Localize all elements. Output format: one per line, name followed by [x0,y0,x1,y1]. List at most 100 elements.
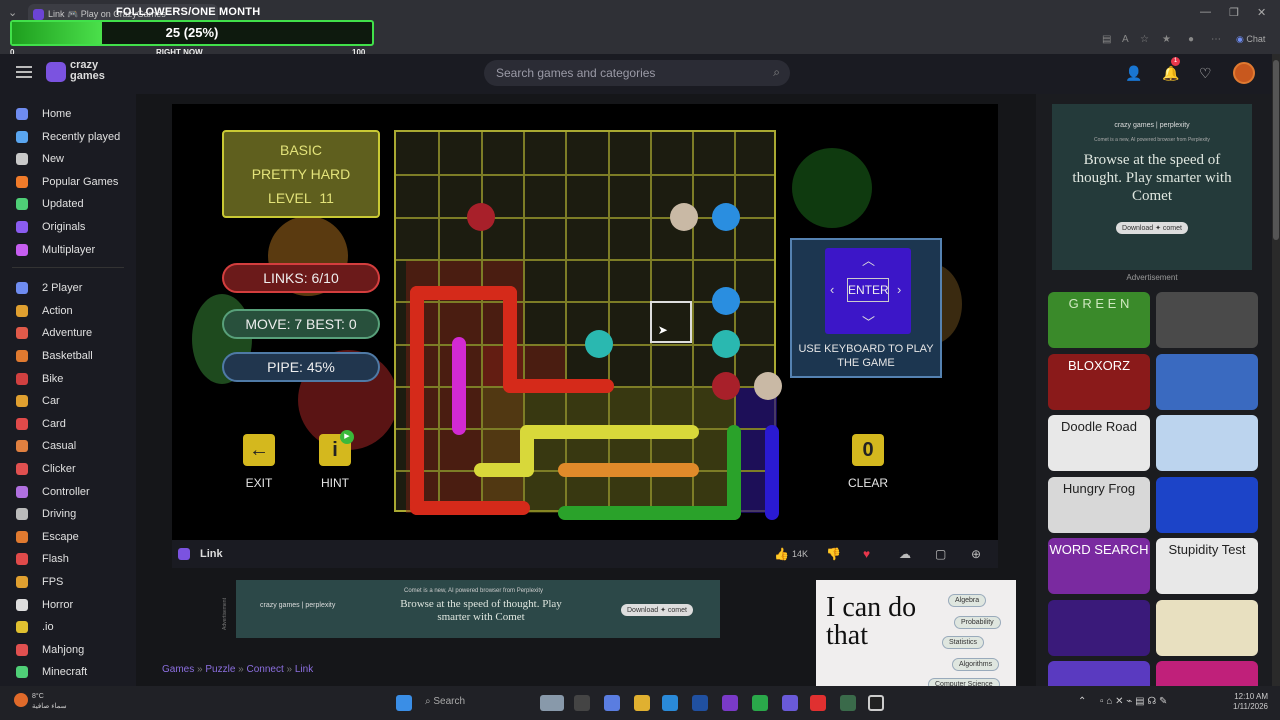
discord-icon[interactable] [782,695,798,711]
exit-button[interactable]: ← [243,434,275,466]
reader-icon[interactable]: ▤ [1102,34,1111,45]
widgets-icon[interactable] [540,695,564,711]
taskbar-search[interactable]: ⌕ Search [425,696,465,707]
side-ad[interactable]: I can do that Algebra Probability Statisti… [816,580,1016,691]
sidebar-category-casual[interactable]: Casual [0,436,136,458]
minimize-icon[interactable]: — [1200,6,1211,18]
clock-icon [16,130,28,143]
read-aloud-icon[interactable]: A [1122,34,1129,45]
sidebar-item-new[interactable]: New [0,149,136,171]
copilot-taskbar-icon[interactable] [604,695,620,711]
more-icon[interactable]: ⋯ [1211,34,1221,45]
game-thumbnail[interactable]: Hungry Frog [1048,476,1150,533]
copilot-chat-button[interactable]: ◉ Chat [1236,34,1265,45]
heart-icon[interactable]: ♥ [863,547,870,561]
game-thumbnail[interactable]: WORD SEARCH [1048,538,1150,594]
sidebar-category-horror[interactable]: Horror [0,595,136,617]
profile-icon[interactable]: ● [1188,34,1194,45]
game-thumbnail[interactable] [1048,599,1150,656]
weather-widget[interactable]: 8°C سماء صافية [32,692,67,712]
cloud-icon[interactable]: ☁ [899,547,911,561]
notifications-bell-icon[interactable]: 🔔 [1162,65,1179,82]
game-thumbnail[interactable]: Stupidity Test [1156,538,1258,594]
game-footer-bar: Link 👍 14K 👎 ♥ ☁ ▢ ⊕ [172,540,998,568]
sidebar-item-home[interactable]: Home [0,104,136,126]
sidebar-item-popular-games[interactable]: Popular Games [0,172,136,194]
youtube-icon[interactable] [810,695,826,711]
sidebar-category-car[interactable]: Car [0,391,136,413]
search-icon[interactable]: ⌕ [773,65,780,80]
sidebar-category-fps[interactable]: FPS [0,572,136,594]
sidebar-category-card[interactable]: Card [0,414,136,436]
favorites-icon[interactable]: ★ [1162,34,1171,45]
clear-button[interactable]: 0 [852,434,884,466]
store-icon[interactable] [692,695,708,711]
weather-icon[interactable] [14,693,28,707]
tray-chevron-icon[interactable]: ⌃ [1078,696,1086,707]
sidebar-item-updated[interactable]: Updated [0,194,136,216]
sidebar-ad[interactable]: crazy games | perplexity Comet is a new,… [1052,104,1252,270]
obs-icon[interactable] [868,695,884,711]
app2-icon[interactable] [840,695,856,711]
sidebar-category-adventure[interactable]: Adventure [0,323,136,345]
breadcrumb-puzzle[interactable]: Puzzle [205,664,235,675]
menu-hamburger-icon[interactable] [16,66,32,78]
app-icon[interactable] [722,695,738,711]
breadcrumb-games[interactable]: Games [162,664,194,675]
game-canvas[interactable]: BASIC PRETTY HARD LEVEL 11 LINKS: 6/10 M… [172,104,998,540]
game-thumbnail[interactable] [1156,476,1258,533]
friends-icon[interactable]: 👤 [1125,65,1142,82]
puzzle-board[interactable]: ➤ [394,130,783,520]
tray-icons[interactable]: ▫ ⌂ ✕ ⌁ ▤ ☊ ✎ [1100,696,1167,707]
sidebar-category-label: Controller [42,485,90,498]
close-icon[interactable]: ✕ [1257,6,1266,19]
sidebar-category-basketball[interactable]: Basketball [0,346,136,368]
site-logo-text[interactable]: crazy games [70,60,105,82]
thumbs-down-icon[interactable]: 👎 [826,547,841,561]
breadcrumb-connect[interactable]: Connect [247,664,284,675]
sidebar-category-minecraft[interactable]: Minecraft [0,662,136,684]
search-input[interactable]: Search games and categories ⌕ [484,60,790,86]
game-thumbnail[interactable]: BLOXORZ [1048,353,1150,410]
compass-icon [16,327,28,340]
sidebar-item-recently-played[interactable]: Recently played [0,127,136,149]
sidebar-item-originals[interactable]: Originals [0,217,136,239]
scrollbar-thumb[interactable] [1273,60,1279,240]
sidebar-category-escape[interactable]: Escape [0,527,136,549]
game-thumbnail[interactable] [1156,415,1258,471]
game-thumbnail[interactable]: Doodle Road [1048,415,1150,471]
sidebar-category-controller[interactable]: Controller [0,482,136,504]
favorites-heart-icon[interactable]: ♡ [1199,65,1212,82]
kick-icon[interactable] [752,695,768,711]
user-avatar[interactable] [1233,62,1255,84]
file-explorer-icon[interactable] [634,695,650,711]
sidebar-category-clicker[interactable]: Clicker [0,459,136,481]
crazygames-logo-icon[interactable] [46,62,66,82]
game-thumbnail[interactable] [1156,599,1258,656]
game-thumbnail[interactable] [1156,353,1258,410]
sidebar-category-action[interactable]: Action [0,301,136,323]
sidebar-category-flash[interactable]: Flash [0,549,136,571]
ad-download-button[interactable]: Download ✦ comet [621,604,693,616]
grid-line [480,132,483,510]
breadcrumb-link[interactable]: Link [295,664,313,675]
game-thumbnail[interactable] [1156,292,1258,348]
sidebar-category-driving[interactable]: Driving [0,504,136,526]
task-view-icon[interactable] [574,695,590,711]
windows-start-icon[interactable] [396,695,412,711]
edge-icon[interactable] [662,695,678,711]
sidebar-category-bike[interactable]: Bike [0,369,136,391]
thumbs-up-icon[interactable]: 👍 [774,547,789,561]
fullscreen-icon[interactable]: ⊕ [971,547,981,561]
game-thumbnail[interactable]: G R E E N [1048,292,1150,348]
bottom-ad[interactable]: Advertisement crazy games | perplexity C… [222,580,720,638]
feedback-icon[interactable]: ▢ [935,547,946,561]
sidebar-category-mahjong[interactable]: Mahjong [0,640,136,662]
sidebar-category-2-player[interactable]: 2 Player [0,278,136,300]
ad-download-button[interactable]: Download ✦ comet [1116,222,1188,234]
sidebar-category--io[interactable]: .io [0,617,136,639]
sidebar-item-multiplayer[interactable]: Multiplayer [0,240,136,262]
taskbar-clock[interactable]: 12:10 AM 1/11/2026 [1228,692,1268,712]
maximize-icon[interactable]: ❐ [1229,6,1239,19]
favorite-star-icon[interactable]: ☆ [1140,34,1149,45]
